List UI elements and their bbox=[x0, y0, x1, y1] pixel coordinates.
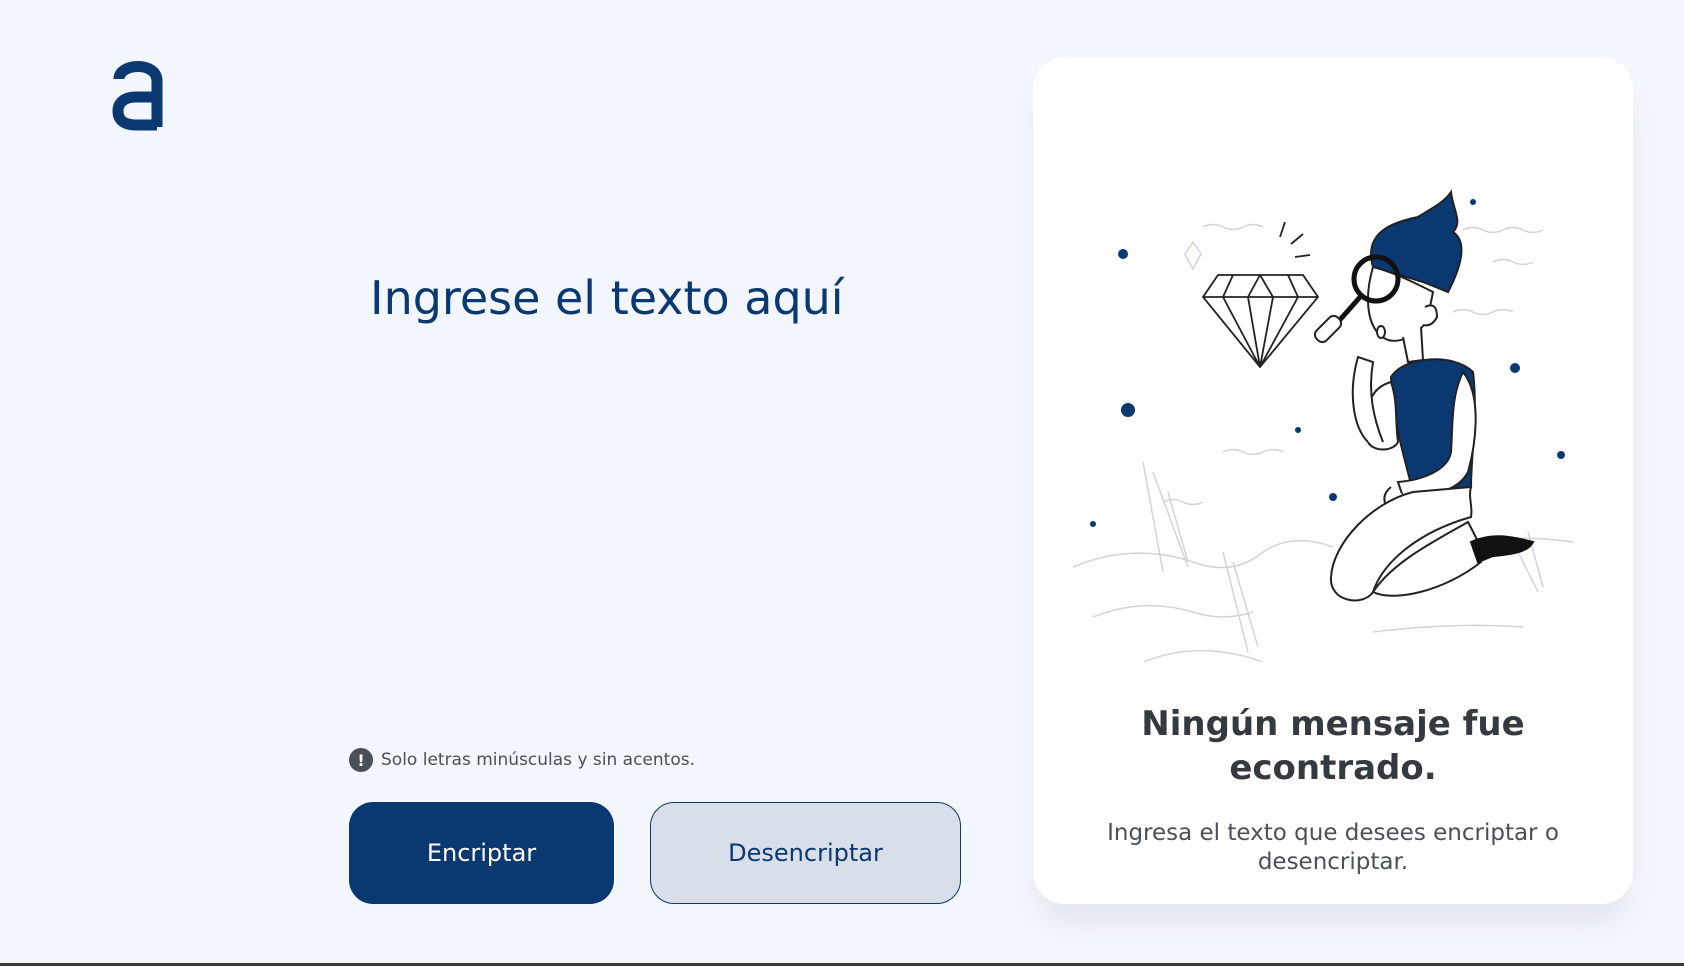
output-panel: Ningún mensaje fue econtrado. Ingresa el… bbox=[1033, 57, 1633, 904]
text-input[interactable] bbox=[370, 270, 930, 710]
exclamation-icon: ! bbox=[349, 748, 373, 772]
input-hint: ! Solo letras minúsculas y sin acentos. bbox=[349, 747, 695, 773]
output-description: Ingresa el texto que desees encriptar o … bbox=[1107, 820, 1559, 875]
output-title: Ningún mensaje fue econtrado. bbox=[1141, 704, 1525, 788]
hint-text: Solo letras minúsculas y sin acentos. bbox=[381, 750, 695, 770]
person-with-magnifying-glass-illustration bbox=[1073, 189, 1574, 662]
decrypt-button[interactable]: Desencriptar bbox=[650, 802, 961, 904]
encrypt-button[interactable]: Encriptar bbox=[349, 802, 614, 904]
alura-logo-icon[interactable] bbox=[112, 55, 164, 131]
